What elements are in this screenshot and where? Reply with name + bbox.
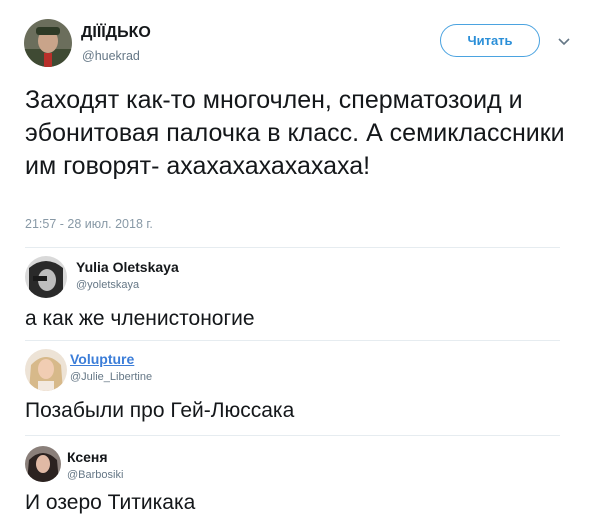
reply-author-name[interactable]: Ксеня xyxy=(67,449,108,465)
reply-author-handle[interactable]: @Julie_Libertine xyxy=(70,371,152,383)
author-avatar[interactable] xyxy=(24,19,72,67)
reply-author-handle[interactable]: @Barbosiki xyxy=(67,469,123,481)
author-handle[interactable]: @huekrad xyxy=(82,49,140,63)
reply-avatar[interactable] xyxy=(25,446,61,482)
reply-author-name[interactable]: Yulia Oletskaya xyxy=(76,259,179,275)
reply-text: Позабыли про Гей-Люссака xyxy=(25,399,295,422)
reply-text: а как же членистоногие xyxy=(25,307,255,330)
divider xyxy=(25,247,560,248)
reply-avatar[interactable] xyxy=(25,349,67,391)
reply-author-handle[interactable]: @yoletskaya xyxy=(76,279,139,291)
tweet-timestamp[interactable]: 21:57 - 28 июл. 2018 г. xyxy=(25,217,153,231)
follow-button[interactable]: Читать xyxy=(440,24,540,57)
reply-author-name[interactable]: Volupture xyxy=(70,351,134,367)
chevron-down-icon[interactable] xyxy=(557,34,571,46)
reply-text: И озеро Титикака xyxy=(25,491,196,514)
tweet-text: Заходят как-то многочлен, сперматозоид и… xyxy=(25,86,565,180)
author-name[interactable]: ДІЇЇДЬКО xyxy=(81,24,151,42)
divider xyxy=(25,340,560,341)
reply-avatar[interactable] xyxy=(25,256,67,298)
divider xyxy=(25,435,560,436)
